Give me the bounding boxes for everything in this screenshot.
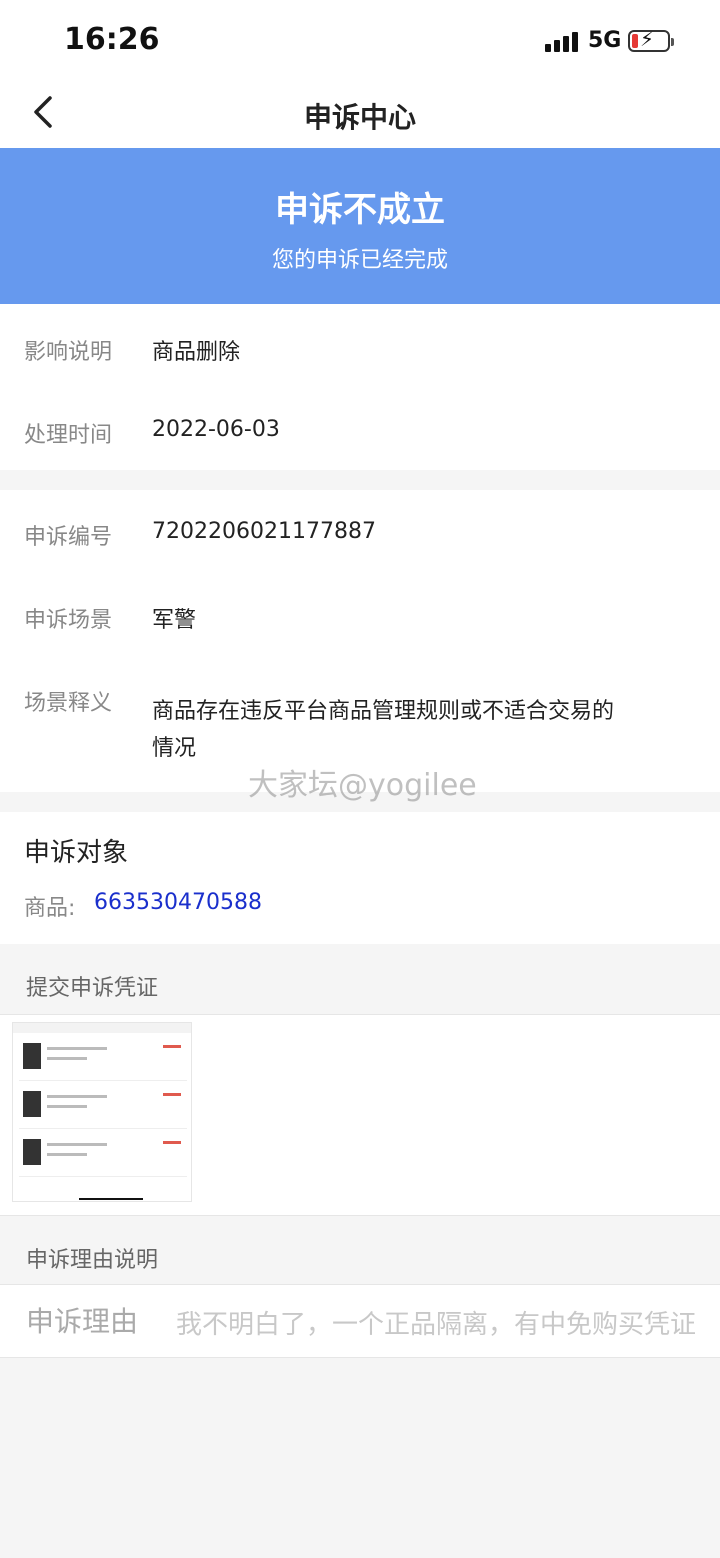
reason-label: 申诉理由 [26, 1305, 139, 1338]
signal-icon [545, 30, 579, 52]
impact-value: 商品删除 [152, 340, 241, 365]
charging-bolt-icon: ⚡ [640, 27, 655, 51]
status-time: 16:26 [64, 22, 160, 57]
process-time-value: 2022-06-03 [152, 417, 280, 442]
page-title: 申诉中心 [303, 101, 416, 134]
appeal-details-card: 申诉编号 7202206021177887 申诉场景 军警 场景释义 商品存在违… [0, 490, 720, 792]
reason-section-title: 申诉理由说明 [26, 1248, 159, 1273]
process-time-label: 处理时间 [24, 423, 113, 448]
watermark: 大家坛@yogilee [248, 768, 477, 803]
scene-explanation-line2: 情况 [152, 736, 197, 761]
appeal-scene-label: 申诉场景 [24, 608, 113, 633]
evidence-image-thumbnail[interactable] [12, 1022, 192, 1202]
result-subtitle: 您的申诉已经完成 [271, 248, 448, 273]
scene-explanation-label: 场景释义 [24, 691, 113, 716]
network-type: 5G [588, 28, 622, 53]
appeal-number-value: 7202206021177887 [152, 519, 376, 544]
product-id-link[interactable]: 663530470588 [94, 890, 262, 915]
reason-text: 我不明白了，一个正品隔离，有中免购买凭证 [176, 1310, 696, 1340]
result-banner: 申诉不成立 您的申诉已经完成 [0, 148, 720, 304]
impact-label: 影响说明 [24, 340, 113, 365]
impact-card: 影响说明 商品删除 处理时间 2022-06-03 [0, 304, 720, 470]
scene-explanation-line1: 商品存在违反平台商品管理规则或不适合交易的 [152, 699, 615, 724]
appeal-number-label: 申诉编号 [24, 525, 113, 550]
appeal-object-label: 商品: [24, 896, 76, 921]
nav-bar: 申诉中心 [0, 76, 720, 148]
status-bar: 16:26 5G ⚡ [0, 0, 720, 76]
result-title: 申诉不成立 [275, 190, 445, 230]
evidence-section-title: 提交申诉凭证 [26, 976, 159, 1001]
appeal-object-title: 申诉对象 [24, 838, 129, 868]
battery-icon: ⚡ [628, 27, 674, 52]
appeal-scene-value: 军警 [152, 608, 197, 633]
